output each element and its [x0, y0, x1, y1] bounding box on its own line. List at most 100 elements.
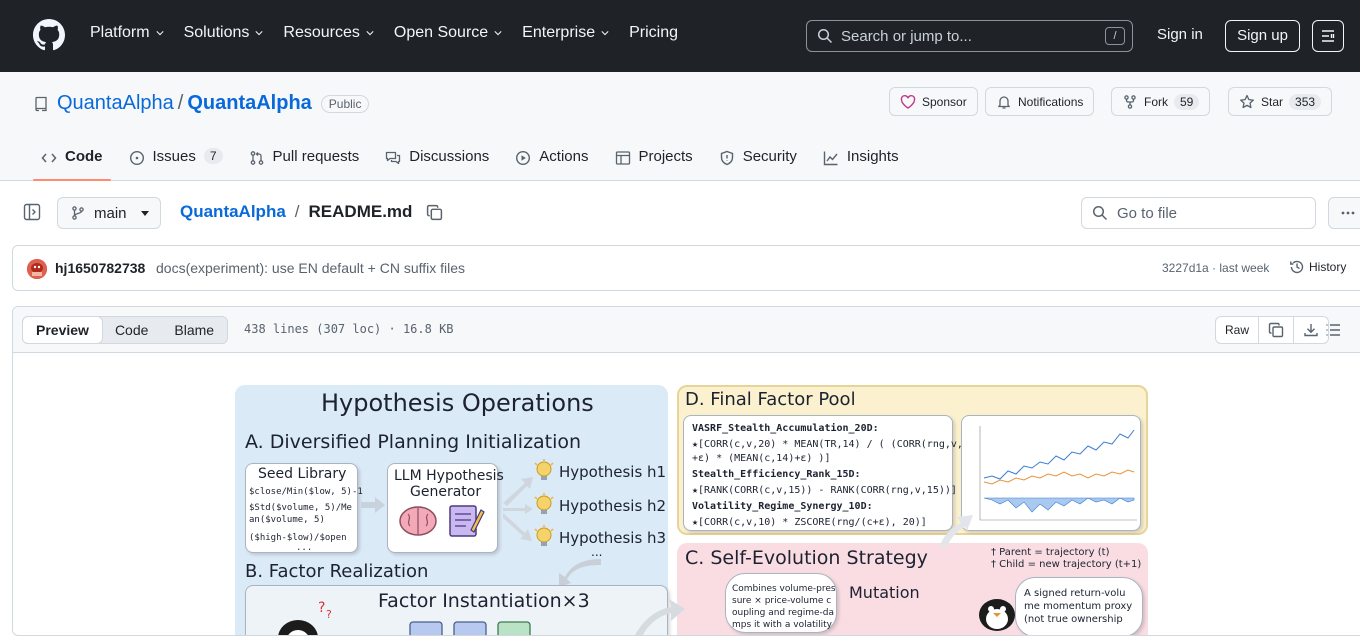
bell-icon: [997, 95, 1011, 109]
commit-message-link[interactable]: docs(experiment): use EN default + CN su…: [156, 260, 465, 276]
copy-icon: [1268, 322, 1284, 338]
tab-actions[interactable]: Actions: [507, 144, 596, 181]
chevron-down-icon: [156, 31, 164, 36]
commit-author-link[interactable]: hj1650782738: [55, 260, 145, 276]
tab-pull-requests[interactable]: Pull requests: [241, 144, 368, 181]
nav-label: Enterprise: [522, 24, 596, 41]
repo-name-link[interactable]: QuantaAlpha: [187, 92, 311, 115]
history-icon: [1290, 260, 1304, 274]
go-to-file-input[interactable]: Go to file: [1081, 197, 1316, 229]
sidebar-expand-icon[interactable]: [23, 203, 41, 221]
factor-instantiation-title: Factor Instantiation×3: [378, 590, 590, 612]
tab-insights[interactable]: Insights: [815, 144, 907, 181]
copy-raw-button[interactable]: [1259, 317, 1295, 343]
nav-label: Pricing: [629, 24, 678, 41]
nav-platform[interactable]: Platform: [90, 24, 164, 42]
final-factor-pool-panel: D. Final Factor Pool VASRF_Stealth_Accum…: [677, 385, 1148, 535]
tab-label: Insights: [846, 148, 899, 165]
factor-name: Stealth_Efficiency_Rank_15D:: [692, 469, 861, 480]
branch-name: main: [94, 204, 127, 222]
chevron-down-icon: [255, 31, 263, 36]
factor-realization-heading: B. Factor Realization: [245, 561, 429, 582]
nav-open-source[interactable]: Open Source: [394, 24, 502, 42]
fork-button[interactable]: Fork 59: [1111, 87, 1211, 116]
history-link[interactable]: History: [1289, 259, 1346, 275]
final-pool-heading: D. Final Factor Pool: [685, 389, 856, 410]
breadcrumb-repo-link[interactable]: QuantaAlpha: [180, 202, 286, 222]
search-icon: [1092, 205, 1108, 221]
repo-title: QuantaAlpha / QuantaAlpha Public: [33, 92, 370, 115]
git-branch-icon: [72, 206, 84, 220]
author-avatar[interactable]: [27, 259, 47, 279]
file-viewer: Preview Code Blame 438 lines (307 loc) ·…: [12, 306, 1360, 636]
file-stats: 438 lines (307 loc) · 16.8 KB: [244, 322, 454, 336]
nav-resources[interactable]: Resources: [283, 24, 374, 42]
penguin-icon: [979, 599, 1015, 631]
svg-text:?: ?: [318, 600, 325, 616]
seed-library-card: Seed Library $close/Min($low, 5)-1 $Std(…: [245, 463, 363, 553]
llm-generator-line-1: LLM Hypothesis: [394, 468, 504, 484]
tab-code[interactable]: Code: [33, 144, 111, 181]
brain-icon: [399, 506, 437, 536]
nav-label: Platform: [90, 24, 150, 41]
fan-out-arrows-icon: [503, 477, 533, 541]
factor-formula: ★[RANK(CORR(c,v,15)) - RANK(CORR(rng,v,1…: [692, 485, 957, 496]
search-shortcut-key: /: [1105, 27, 1125, 45]
star-label: Star: [1261, 94, 1284, 109]
menu-button[interactable]: [1312, 20, 1344, 52]
code-view-tab[interactable]: Code: [102, 317, 161, 343]
bubble-line: sure × price-volume c: [732, 596, 832, 606]
copy-path-icon[interactable]: [426, 204, 443, 221]
seed-line: ...: [296, 543, 313, 553]
outline-list-icon[interactable]: [1325, 322, 1341, 338]
preview-tab[interactable]: Preview: [22, 316, 103, 344]
tab-discussions[interactable]: Discussions: [377, 144, 497, 181]
nav-pricing[interactable]: Pricing: [629, 24, 678, 42]
fork-count: 59: [1174, 93, 1200, 110]
nav-enterprise[interactable]: Enterprise: [522, 24, 609, 42]
commit-sha-and-date[interactable]: 3227d1a · last week: [1162, 261, 1269, 275]
nav-label: Open Source: [393, 24, 489, 41]
tab-issues[interactable]: Issues 7: [121, 144, 231, 181]
more-options-button[interactable]: [1328, 197, 1360, 229]
backtest-plot-thumbnail: [961, 415, 1141, 531]
raw-button[interactable]: Raw: [1216, 317, 1260, 343]
global-search-input[interactable]: Search or jump to... /: [806, 20, 1133, 52]
seed-library-title: Seed Library: [258, 466, 347, 482]
self-evolution-heading: C. Self-Evolution Strategy: [685, 547, 928, 569]
avatar-image: [27, 259, 47, 279]
tab-security[interactable]: Security: [711, 144, 805, 181]
tab-label: Discussions: [409, 148, 490, 165]
svg-text:?: ?: [326, 608, 332, 621]
download-button[interactable]: [1294, 317, 1328, 343]
visibility-badge: Public: [320, 94, 370, 113]
factor-name: VASRF_Stealth_Accumulation_20D:: [692, 423, 879, 434]
seed-line: $close/Min($low, 5)-1: [249, 487, 363, 497]
caret-down-icon: [140, 210, 149, 216]
curved-arrow-icon: [635, 599, 685, 635]
history-label: History: [1309, 260, 1347, 274]
view-mode-switch: Preview Code Blame: [22, 316, 229, 344]
sign-up-button[interactable]: Sign up: [1225, 20, 1300, 52]
factor-formula: +ε) * (MEAN(c,14)+ε) )]: [692, 453, 831, 464]
factor-formula: ★[CORR(c,v,20) * MEAN(TR,14) / ( (CORR(r…: [692, 439, 981, 450]
discussions-icon: [386, 151, 401, 165]
star-button[interactable]: Star 353: [1228, 87, 1333, 116]
bubble-line: A signed return-volu: [1024, 588, 1126, 599]
tab-projects[interactable]: Projects: [607, 144, 701, 181]
nav-solutions[interactable]: Solutions: [184, 24, 264, 42]
bubble-line: Combines volume-pres: [732, 584, 836, 594]
pull-request-icon: [250, 151, 263, 165]
factor-formula: ★[CORR(c,v,10) * ZSCORE(rng/(c+ε), 20)]: [692, 517, 927, 528]
sign-in-link[interactable]: Sign in: [1157, 26, 1203, 43]
branch-selector[interactable]: main: [57, 197, 161, 229]
github-logo-icon[interactable]: [33, 19, 65, 51]
blame-tab[interactable]: Blame: [161, 317, 227, 343]
repo-owner-link[interactable]: QuantaAlpha: [57, 92, 174, 115]
notifications-button[interactable]: Notifications: [985, 87, 1095, 116]
nav-label: Resources: [283, 24, 360, 41]
sponsor-button[interactable]: Sponsor: [889, 87, 978, 116]
lightbulb-icon: [534, 493, 554, 514]
play-icon: [516, 150, 531, 166]
curved-arrow-icon: [559, 559, 601, 587]
